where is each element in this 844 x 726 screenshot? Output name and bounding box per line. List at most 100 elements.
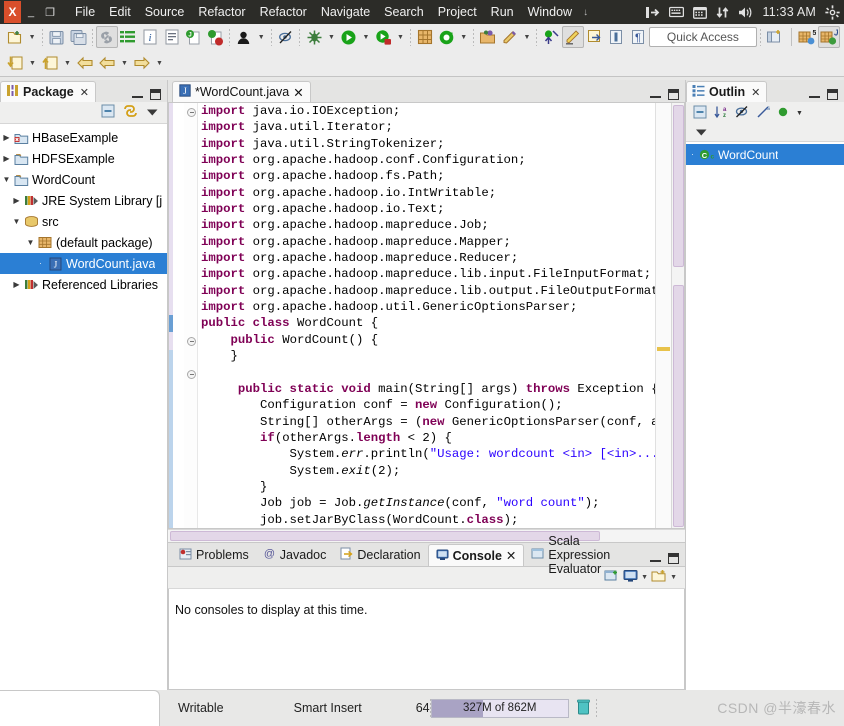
menu-source[interactable]: Source bbox=[138, 3, 192, 21]
editor-overview-ruler[interactable] bbox=[655, 103, 671, 528]
twisty-icon[interactable]: · bbox=[34, 259, 47, 268]
network-icon[interactable] bbox=[645, 6, 660, 19]
window-maximize-button[interactable]: ❐ bbox=[41, 3, 59, 21]
settings-gear-icon[interactable] bbox=[825, 4, 840, 20]
menu-refactor-2[interactable]: Refactor bbox=[253, 3, 314, 21]
outline-item-wordcount[interactable]: · Cc WordCount bbox=[686, 144, 844, 165]
menu-overflow-icon[interactable]: ↓ bbox=[579, 5, 592, 20]
tree-item-referenced-libraries[interactable]: ▶ Referenced Libraries bbox=[0, 274, 167, 295]
collapse-all-icon[interactable] bbox=[693, 105, 707, 122]
hide-static-icon[interactable]: s bbox=[756, 105, 770, 122]
run-button[interactable] bbox=[338, 26, 360, 48]
new-java-class-button[interactable] bbox=[204, 26, 226, 48]
tree-item-default-package[interactable]: ▼ (default package) bbox=[0, 232, 167, 253]
close-icon[interactable]: ✕ bbox=[80, 86, 89, 99]
forward-caret-icon[interactable]: ▼ bbox=[118, 52, 131, 74]
previous-annotation-caret-icon[interactable]: ▼ bbox=[26, 52, 39, 74]
volume-icon[interactable] bbox=[738, 6, 754, 19]
tab-outline[interactable]: Outlin ✕ bbox=[686, 81, 768, 102]
twisty-icon[interactable]: ▶ bbox=[0, 154, 13, 163]
tab-console[interactable]: Console ✕ bbox=[427, 544, 525, 566]
tree-item-hbaseexample[interactable]: ▶ HBaseExample bbox=[0, 127, 167, 148]
export-button[interactable] bbox=[584, 26, 606, 48]
hide-nonpublic-icon[interactable] bbox=[777, 106, 789, 121]
twisty-icon[interactable]: ▶ bbox=[0, 133, 13, 142]
editor-vertical-scrollbar[interactable] bbox=[671, 103, 684, 528]
java-ee-perspective-button[interactable]: J bbox=[818, 26, 841, 48]
tree-item-wordcount-project[interactable]: ▼ WordCount bbox=[0, 169, 167, 190]
minimize-icon[interactable] bbox=[650, 553, 661, 564]
calendar-icon[interactable] bbox=[692, 6, 707, 19]
refresh-button[interactable] bbox=[436, 26, 458, 48]
maximize-icon[interactable] bbox=[668, 89, 679, 100]
skip-breakpoints-button[interactable] bbox=[275, 26, 297, 48]
open-perspective-button[interactable] bbox=[764, 26, 786, 48]
view-menu-icon[interactable] bbox=[146, 106, 159, 120]
close-icon[interactable]: ✕ bbox=[751, 86, 760, 99]
minimize-icon[interactable] bbox=[650, 89, 661, 100]
menu-file[interactable]: File bbox=[68, 3, 102, 21]
tree-item-wordcount-java[interactable]: · J WordCount.java bbox=[0, 253, 167, 274]
format-button[interactable] bbox=[161, 26, 183, 48]
new-console-icon[interactable] bbox=[651, 569, 667, 586]
new-wizard-caret-icon[interactable]: ▼ bbox=[26, 26, 39, 48]
twisty-icon[interactable]: · bbox=[686, 150, 699, 159]
heap-status-bar[interactable]: 327M of 862M bbox=[430, 698, 569, 718]
maximize-icon[interactable] bbox=[150, 89, 161, 100]
minimize-icon[interactable] bbox=[132, 89, 143, 100]
menu-edit[interactable]: Edit bbox=[102, 3, 138, 21]
clock-label[interactable]: 11:33 AM bbox=[763, 5, 817, 19]
view-menu-icon[interactable]: ▼ bbox=[796, 110, 803, 117]
toggle-mark-button[interactable] bbox=[540, 26, 562, 48]
hide-fields-icon[interactable] bbox=[735, 105, 749, 122]
twisty-icon[interactable]: ▼ bbox=[24, 238, 37, 247]
next-edit-caret-icon[interactable]: ▼ bbox=[153, 52, 166, 74]
menu-project[interactable]: Project bbox=[431, 3, 484, 21]
user-caret-icon[interactable]: ▼ bbox=[255, 26, 268, 48]
next-annotation-caret-icon[interactable]: ▼ bbox=[61, 52, 74, 74]
trash-can-icon[interactable] bbox=[576, 699, 590, 718]
twisty-icon[interactable]: ▶ bbox=[10, 196, 23, 205]
maximize-icon[interactable] bbox=[827, 89, 838, 100]
quick-access-input[interactable]: Quick Access bbox=[648, 27, 757, 47]
menu-search[interactable]: Search bbox=[377, 3, 431, 21]
tab-package-explorer[interactable]: Package ✕ bbox=[0, 81, 96, 102]
tab-declaration[interactable]: Declaration bbox=[333, 544, 427, 566]
link-button[interactable] bbox=[95, 26, 118, 48]
forward-button[interactable] bbox=[96, 52, 118, 74]
maximize-icon[interactable] bbox=[668, 553, 679, 564]
next-annotation-button[interactable] bbox=[39, 52, 61, 74]
twisty-icon[interactable]: ▶ bbox=[10, 280, 23, 289]
sort-az-icon[interactable]: az bbox=[714, 105, 728, 122]
minimize-icon[interactable] bbox=[809, 89, 820, 100]
tab-scala-expression-evaluator[interactable]: Scala Expression Evaluator bbox=[524, 534, 650, 576]
previous-annotation-button[interactable] bbox=[4, 52, 26, 74]
javadoc-button[interactable]: i bbox=[139, 26, 161, 48]
menu-refactor-1[interactable]: Refactor bbox=[191, 3, 252, 21]
run-external-button[interactable] bbox=[372, 26, 394, 48]
next-edit-button[interactable] bbox=[131, 52, 153, 74]
console-output[interactable]: No consoles to display at this time. bbox=[168, 589, 685, 690]
java-perspective-button[interactable]: 5 bbox=[797, 26, 819, 48]
refresh-caret-icon[interactable]: ▼ bbox=[457, 26, 470, 48]
menu-navigate[interactable]: Navigate bbox=[314, 3, 377, 21]
new-package-button[interactable] bbox=[414, 26, 436, 48]
block-select-button[interactable] bbox=[606, 26, 628, 48]
menu-run[interactable]: Run bbox=[484, 3, 521, 21]
editor-annotation-ruler[interactable] bbox=[169, 103, 184, 528]
tree-item-jre-system-library[interactable]: ▶ JRE System Library [j bbox=[0, 190, 167, 211]
new-console-caret-icon[interactable]: ▼ bbox=[670, 574, 677, 581]
paragraph-button[interactable]: ¶ bbox=[627, 26, 649, 48]
tree-item-hdfsexample[interactable]: ▶ HDFSExample bbox=[0, 148, 167, 169]
window-minimize-button[interactable]: _ bbox=[22, 3, 40, 21]
new-wizard-button[interactable] bbox=[4, 26, 26, 48]
user-button[interactable] bbox=[233, 26, 255, 48]
transfer-icon[interactable] bbox=[716, 6, 729, 19]
collapse-all-icon[interactable] bbox=[101, 104, 115, 121]
chevron-down-icon[interactable] bbox=[695, 126, 708, 140]
twisty-icon[interactable]: ▼ bbox=[10, 217, 23, 226]
save-button[interactable] bbox=[46, 26, 68, 48]
save-all-button[interactable] bbox=[67, 26, 89, 48]
tab-wordcount-java[interactable]: J *WordCount.java ✕ bbox=[172, 81, 311, 102]
highlight-button[interactable] bbox=[562, 26, 584, 48]
